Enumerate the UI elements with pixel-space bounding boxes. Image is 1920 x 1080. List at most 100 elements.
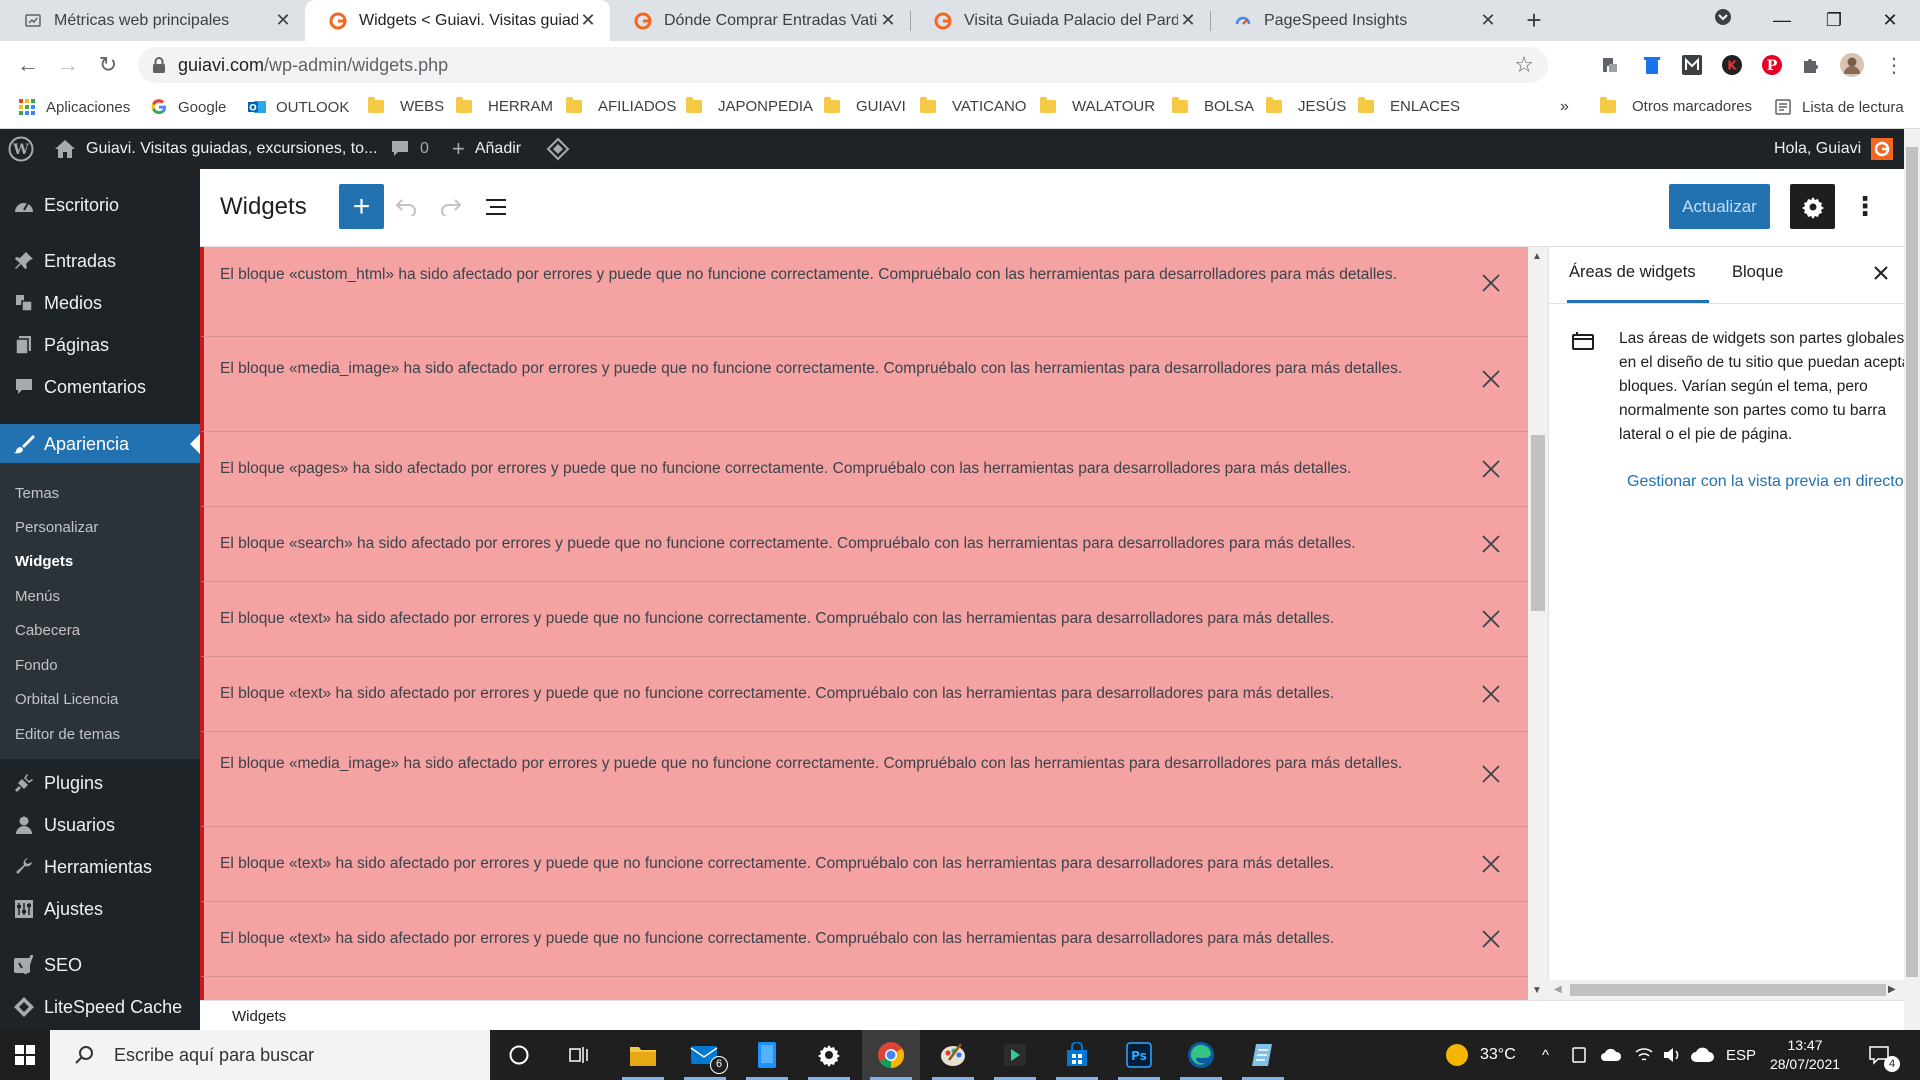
scroll-down-icon[interactable]: ▼ bbox=[1532, 985, 1542, 996]
sidebar-item-entradas[interactable]: Entradas bbox=[0, 241, 200, 281]
bookmark-folder[interactable]: JAPONPEDIA bbox=[686, 97, 813, 115]
browser-tab-active[interactable]: Widgets < Guiavi. Visitas guiadas ✕ bbox=[305, 0, 610, 41]
bookmark-other[interactable]: Otros marcadores bbox=[1600, 97, 1752, 115]
media-player-icon[interactable] bbox=[986, 1030, 1044, 1080]
bookmark-folder[interactable]: JESÚS bbox=[1266, 97, 1346, 115]
submenu-item-personalizar[interactable]: Personalizar bbox=[15, 519, 98, 536]
close-icon[interactable] bbox=[1477, 530, 1505, 558]
submenu-item-widgets[interactable]: Widgets bbox=[15, 553, 73, 570]
task-view-icon[interactable] bbox=[550, 1030, 608, 1080]
volume-icon[interactable] bbox=[1662, 1030, 1684, 1080]
bookmark-folder[interactable]: WALATOUR bbox=[1040, 97, 1155, 115]
tab-widget-areas[interactable]: Áreas de widgets bbox=[1569, 263, 1696, 282]
tab-close-icon[interactable]: ✕ bbox=[273, 10, 293, 31]
weather-widget[interactable]: 33°C bbox=[1444, 1030, 1516, 1080]
sidebar-item-plugins[interactable]: Plugins bbox=[0, 763, 200, 803]
update-button[interactable]: Actualizar bbox=[1669, 184, 1770, 229]
sidebar-item-herramientas[interactable]: Herramientas bbox=[0, 847, 200, 887]
windows-start-icon[interactable] bbox=[0, 1030, 50, 1080]
wifi-icon[interactable] bbox=[1634, 1030, 1654, 1080]
close-panel-icon[interactable] bbox=[1869, 261, 1893, 285]
tab-search-icon[interactable] bbox=[1703, 4, 1743, 36]
cortana-icon[interactable] bbox=[490, 1030, 548, 1080]
notifications-icon[interactable]: 4 bbox=[1868, 1030, 1900, 1080]
lock-icon[interactable] bbox=[152, 56, 166, 79]
notices-scrollbar[interactable]: ▲ ▼ bbox=[1528, 247, 1548, 1000]
add-block-button[interactable]: + bbox=[339, 184, 384, 229]
submenu-item-menus[interactable]: Menús bbox=[15, 588, 60, 605]
cloud-sync-icon[interactable] bbox=[1690, 1030, 1714, 1080]
reading-list-button[interactable]: Lista de lectura bbox=[1774, 98, 1904, 116]
site-name-link[interactable]: Guiavi. Visitas guiadas, excursiones, to… bbox=[54, 129, 377, 169]
bookmark-folder[interactable]: HERRAM bbox=[456, 97, 553, 115]
close-window-icon[interactable]: ✕ bbox=[1870, 4, 1910, 36]
browser-tab[interactable]: Visita Guiada Palacio del Pardo ✕ bbox=[910, 0, 1210, 41]
page-scrollbar[interactable] bbox=[1904, 129, 1920, 1030]
profile-avatar[interactable] bbox=[1838, 51, 1866, 79]
bookmark-folder[interactable]: WEBS bbox=[368, 97, 444, 115]
sidebar-item-apariencia[interactable]: Apariencia bbox=[0, 424, 200, 464]
chrome-icon[interactable] bbox=[862, 1030, 920, 1080]
litespeed-diamond-icon[interactable] bbox=[546, 129, 570, 169]
scroll-left-icon[interactable]: ◀ bbox=[1554, 984, 1562, 995]
bookmark-folder[interactable]: BOLSA bbox=[1172, 97, 1254, 115]
bookmark-google[interactable]: Google bbox=[150, 98, 226, 116]
sidebar-item-seo[interactable]: SEO bbox=[0, 945, 200, 985]
sidebar-item-medios[interactable]: Medios bbox=[0, 283, 200, 323]
scroll-up-icon[interactable]: ▲ bbox=[1532, 251, 1542, 262]
extension-icon[interactable] bbox=[1596, 51, 1624, 79]
clock[interactable]: 13:47 28/07/2021 bbox=[1760, 1036, 1850, 1074]
trash-extension-icon[interactable] bbox=[1638, 51, 1666, 79]
notepad-icon[interactable] bbox=[1234, 1030, 1292, 1080]
tab-close-icon[interactable]: ✕ bbox=[578, 10, 598, 31]
close-icon[interactable] bbox=[1477, 269, 1505, 297]
paint-app-icon[interactable] bbox=[924, 1030, 982, 1080]
submenu-item-orbital-licencia[interactable]: Orbital Licencia bbox=[15, 691, 118, 708]
settings-button[interactable] bbox=[1790, 184, 1835, 229]
browser-tab[interactable]: Métricas web principales ✕ bbox=[0, 0, 305, 41]
wordpress-logo-icon[interactable]: W bbox=[8, 129, 34, 169]
file-explorer-icon[interactable] bbox=[614, 1030, 672, 1080]
submenu-item-temas[interactable]: Temas bbox=[15, 485, 59, 502]
undo-button[interactable] bbox=[390, 189, 422, 225]
sidebar-item-paginas[interactable]: Páginas bbox=[0, 325, 200, 365]
browser-tab[interactable]: Dónde Comprar Entradas Vaticano ✕ bbox=[610, 0, 910, 41]
add-new-link[interactable]: + Añadir bbox=[452, 129, 521, 169]
tab-block[interactable]: Bloque bbox=[1732, 263, 1783, 282]
bookmark-folder[interactable]: ENLACES bbox=[1358, 97, 1460, 115]
more-options-icon[interactable]: ⋮ bbox=[1850, 184, 1880, 229]
list-view-button[interactable] bbox=[480, 189, 512, 225]
submenu-item-cabecera[interactable]: Cabecera bbox=[15, 622, 80, 639]
minimize-icon[interactable]: — bbox=[1762, 4, 1802, 36]
live-preview-link[interactable]: Gestionar con la vista previa en directo bbox=[1627, 473, 1904, 491]
scrollbar-thumb[interactable] bbox=[1570, 984, 1886, 996]
close-icon[interactable] bbox=[1477, 605, 1505, 633]
close-icon[interactable] bbox=[1477, 365, 1505, 393]
show-hidden-icons[interactable]: ^ bbox=[1542, 1030, 1549, 1080]
bookmarks-overflow-button[interactable]: » bbox=[1560, 98, 1569, 116]
notes-app-icon[interactable] bbox=[738, 1030, 796, 1080]
scrollbar-thumb[interactable] bbox=[1906, 147, 1918, 977]
sidebar-item-usuarios[interactable]: Usuarios bbox=[0, 805, 200, 845]
sidebar-item-litespeed-cache[interactable]: LiteSpeed Cache bbox=[0, 987, 200, 1027]
new-tab-button[interactable]: + bbox=[1520, 6, 1548, 34]
close-icon[interactable] bbox=[1477, 760, 1505, 788]
photoshop-icon[interactable]: Ps bbox=[1110, 1030, 1168, 1080]
restore-icon[interactable]: ❐ bbox=[1814, 4, 1854, 36]
bookmark-folder[interactable]: GUIAVI bbox=[824, 97, 906, 115]
bookmark-apps[interactable]: Aplicaciones bbox=[18, 98, 130, 116]
close-icon[interactable] bbox=[1477, 680, 1505, 708]
submenu-item-editor-de-temas[interactable]: Editor de temas bbox=[15, 726, 120, 743]
sidebar-item-comentarios[interactable]: Comentarios bbox=[0, 367, 200, 407]
device-icon[interactable] bbox=[1570, 1030, 1588, 1080]
tab-close-icon[interactable]: ✕ bbox=[1178, 10, 1198, 31]
sidebar-item-escritorio[interactable]: Escritorio bbox=[0, 185, 200, 225]
redo-button[interactable] bbox=[435, 189, 467, 225]
edge-icon[interactable] bbox=[1172, 1030, 1230, 1080]
browser-tab[interactable]: PageSpeed Insights ✕ bbox=[1210, 0, 1510, 41]
mail-icon[interactable]: 6 bbox=[676, 1030, 734, 1080]
scrollbar-thumb[interactable] bbox=[1531, 435, 1545, 611]
forward-icon[interactable]: → bbox=[52, 49, 84, 81]
close-icon[interactable] bbox=[1477, 455, 1505, 483]
bookmark-outlook[interactable]: O OUTLOOK bbox=[248, 98, 349, 116]
